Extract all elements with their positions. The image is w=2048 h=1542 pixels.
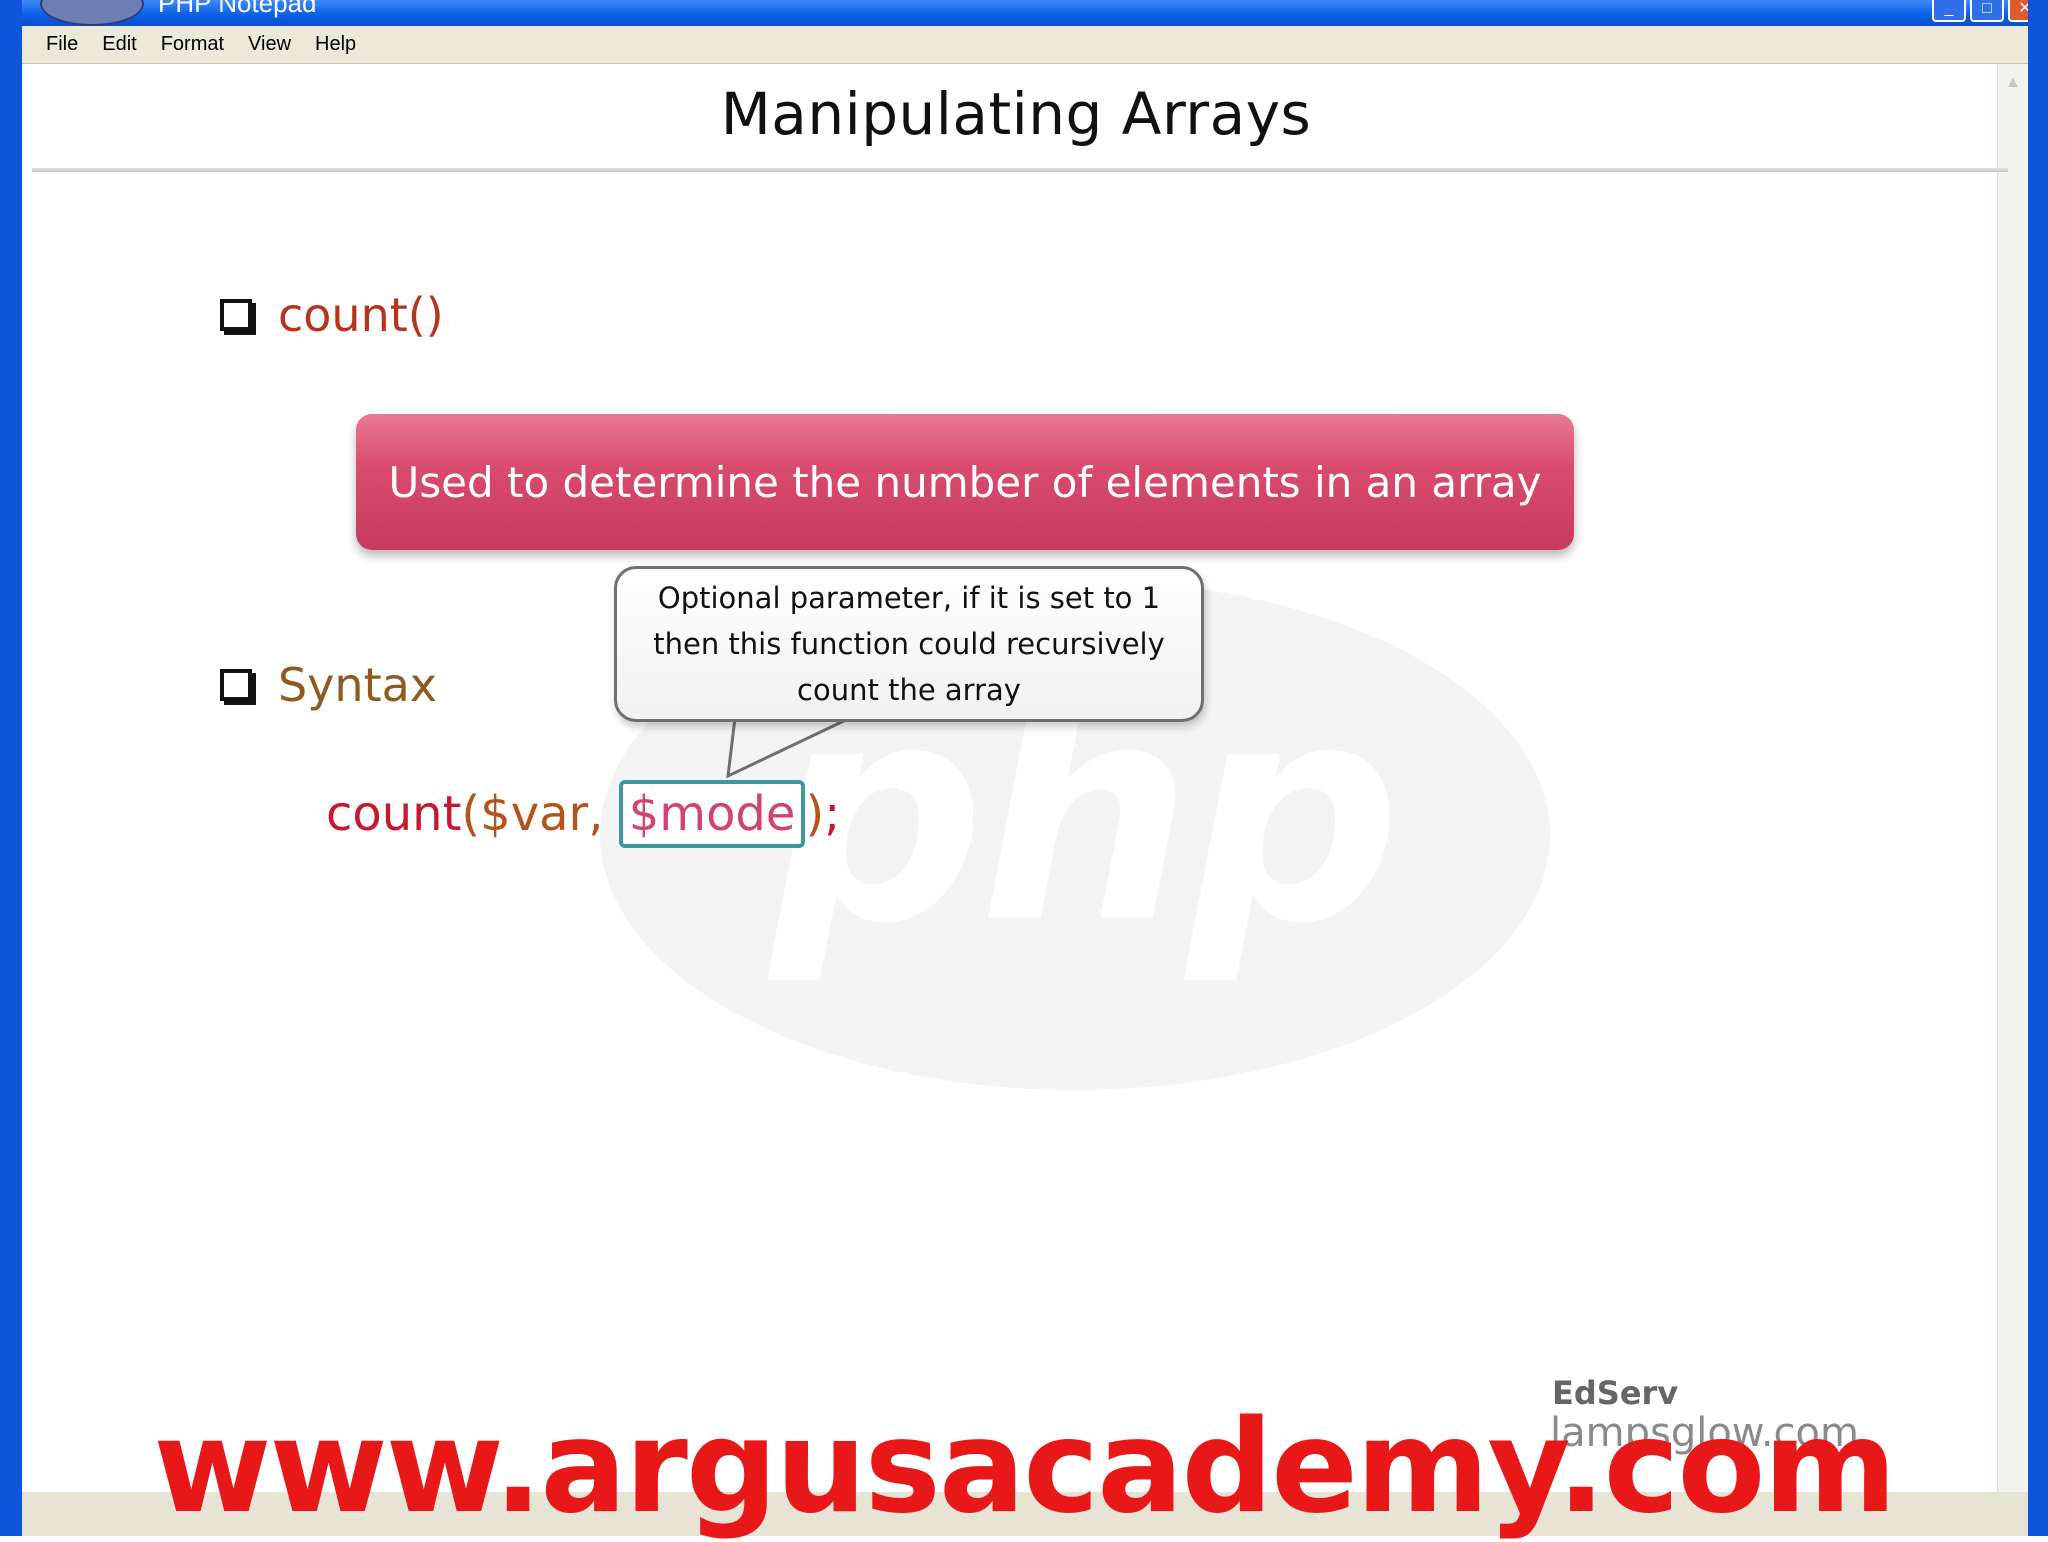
window-controls: _ □ ✕	[1932, 0, 2042, 22]
definition-text: Used to determine the number of elements…	[388, 457, 1542, 507]
app-icon	[40, 0, 144, 26]
definition-box: Used to determine the number of elements…	[356, 414, 1574, 550]
vertical-scrollbar[interactable]: ▲	[1997, 64, 2028, 1504]
maximize-button[interactable]: □	[1970, 0, 2004, 22]
menu-format[interactable]: Format	[151, 33, 234, 56]
window-frame-right	[2028, 0, 2048, 1536]
site-watermark-banner: www.argusacademy.com	[153, 1393, 1897, 1542]
window-title: PHP Notepad	[158, 0, 317, 18]
code-open-paren: (	[461, 786, 481, 842]
syntax-code: count($var, $mode);	[326, 780, 841, 848]
menu-view[interactable]: View	[238, 33, 301, 56]
window-frame-left	[0, 0, 22, 1536]
callout-line-1: Optional parameter, if it is set to 1	[657, 581, 1161, 615]
bullet-syntax: Syntax	[220, 658, 437, 712]
menu-bar: File Edit Format View Help	[22, 26, 2028, 64]
callout-bubble: Optional parameter, if it is set to 1 th…	[614, 566, 1204, 722]
code-function-name: count	[326, 786, 462, 842]
checkbox-bullet-icon	[220, 299, 252, 331]
code-semicolon: ;	[824, 786, 841, 842]
menu-help[interactable]: Help	[305, 33, 366, 56]
menu-file[interactable]: File	[36, 33, 88, 56]
bullet-count-label: count()	[278, 288, 444, 342]
slide-title: Manipulating Arrays	[720, 80, 1312, 148]
callout-line-3: count the array	[797, 673, 1021, 707]
title-divider	[32, 168, 2008, 172]
minimize-button[interactable]: _	[1932, 0, 1966, 22]
bullet-syntax-label: Syntax	[278, 658, 438, 712]
menu-edit[interactable]: Edit	[92, 33, 146, 56]
checkbox-bullet-icon	[220, 669, 252, 701]
title-bar: PHP Notepad _ □ ✕	[0, 0, 2048, 26]
code-mode-param: $mode	[618, 780, 806, 848]
callout-line-2: then this function could recursively	[653, 627, 1165, 661]
code-var-param: $var,	[480, 786, 619, 842]
bullet-count: count()	[220, 288, 444, 342]
code-close-paren: )	[805, 786, 825, 842]
